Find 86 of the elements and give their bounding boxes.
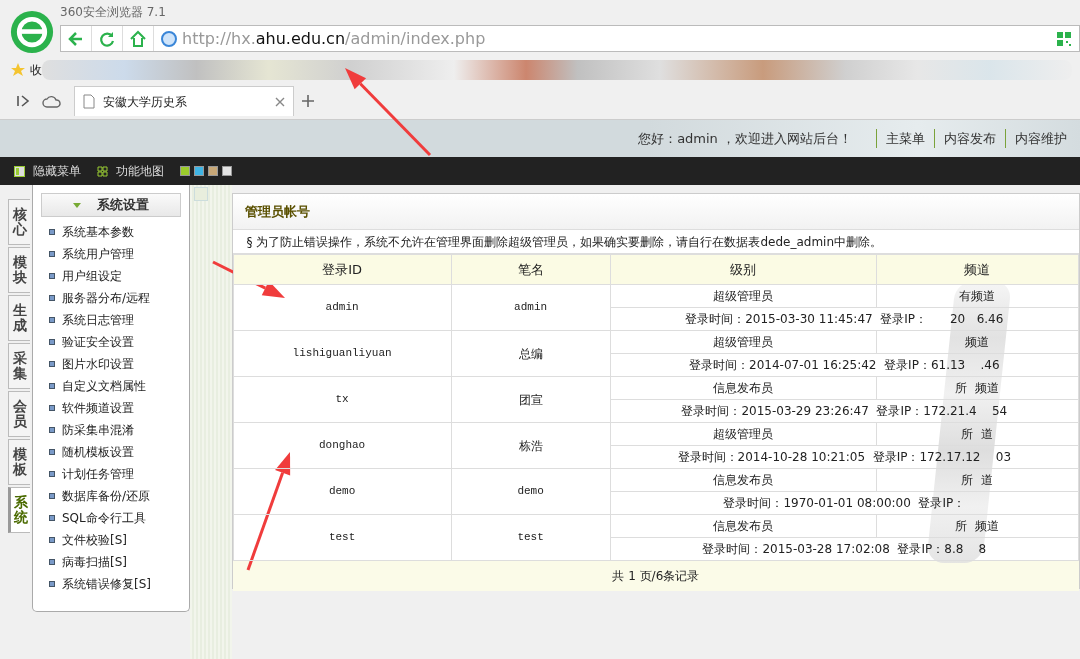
table-cell: 所 频道	[876, 376, 1079, 400]
table-cell: 登录时间：2015-03-30 11:45:47 登录IP： 20 6.46	[610, 307, 1079, 331]
table-cell: lishiguanliyuan	[233, 330, 452, 377]
menu-item[interactable]: SQL命令行工具	[40, 507, 181, 529]
table-cell: 登录时间：1970-01-01 08:00:00 登录IP：	[610, 491, 1079, 515]
side-tab[interactable]: 模块	[8, 247, 30, 293]
nav-link[interactable]: 主菜单	[876, 128, 934, 149]
side-tab[interactable]: 会员	[8, 391, 30, 437]
menu-item[interactable]: 文件校验[S]	[40, 529, 181, 551]
table-cell: 超级管理员	[610, 422, 877, 446]
menu-item[interactable]: 计划任务管理	[40, 463, 181, 485]
home-icon[interactable]	[128, 28, 148, 49]
menu-item[interactable]: 防采集串混淆	[40, 419, 181, 441]
column-header: 级别	[610, 254, 877, 285]
caret-icon	[72, 202, 81, 208]
table-cell: test	[451, 514, 611, 561]
browser-logo	[10, 8, 54, 56]
table-cell: 登录时间：2015-03-28 17:02:08 登录IP：8.8 8	[610, 537, 1079, 561]
menu-item[interactable]: 验证安全设置	[40, 331, 181, 353]
window-title: 360安全浏览器 7.1	[60, 4, 167, 21]
side-tab[interactable]: 生成	[8, 295, 30, 341]
toolbar-link[interactable]: 功能地图	[116, 162, 164, 180]
column-header: 频道	[876, 254, 1079, 285]
pagination-text: 共 1 页/6条记录	[232, 561, 1079, 591]
side-tab[interactable]: 核心	[8, 199, 30, 245]
table-cell: 总编	[451, 330, 611, 377]
side-tab[interactable]: 模板	[8, 439, 30, 485]
side-tab[interactable]: 采集	[8, 343, 30, 389]
close-icon[interactable]	[275, 96, 285, 107]
table-cell: 所 频道	[876, 514, 1079, 538]
table-cell: 有频道	[876, 284, 1079, 308]
theme-swatch[interactable]	[208, 166, 218, 176]
theme-swatch[interactable]	[222, 166, 232, 176]
column-header: 笔名	[451, 254, 611, 285]
cloud-icon[interactable]	[42, 94, 62, 108]
menu-item[interactable]: 自定义文档属性	[40, 375, 181, 397]
table-cell: 所 道	[876, 422, 1079, 446]
toolbar-link[interactable]: 隐藏菜单	[33, 162, 81, 180]
star-icon[interactable]	[10, 62, 26, 78]
table-cell: 超级管理员	[610, 330, 877, 354]
menu-item[interactable]: 数据库备份/还原	[40, 485, 181, 507]
menu-item[interactable]: 系统错误修复[S]	[40, 573, 181, 595]
address-bar[interactable]: http://hx.ahu.edu.cn/admin/index.php	[60, 25, 1080, 52]
menu-item[interactable]: 系统用户管理	[40, 243, 181, 265]
table-cell: 超级管理员	[610, 284, 877, 308]
theme-swatch[interactable]	[194, 166, 204, 176]
menu-item[interactable]: 服务器分布/远程	[40, 287, 181, 309]
menu-section-header[interactable]: 系统设置	[40, 193, 181, 217]
nav-link[interactable]: 内容维护	[1005, 128, 1076, 149]
table-cell: demo	[451, 468, 611, 515]
greeting-text: 您好：admin ，欢迎进入网站后台！	[638, 129, 852, 148]
side-tab[interactable]: 系统	[8, 487, 30, 533]
page-icon	[83, 94, 95, 109]
menu-item[interactable]: 软件频道设置	[40, 397, 181, 419]
panel-icon[interactable]	[14, 165, 25, 177]
table-cell: 信息发布员	[610, 376, 877, 400]
bookmarks-label[interactable]: 收	[30, 61, 42, 79]
table-cell: 信息发布员	[610, 514, 877, 538]
plus-icon[interactable]	[302, 95, 314, 107]
table-cell: test	[233, 514, 452, 561]
menu-item[interactable]: 图片水印设置	[40, 353, 181, 375]
menu-item[interactable]: 病毒扫描[S]	[40, 551, 181, 573]
browser-tab[interactable]: 安徽大学历史系	[74, 86, 294, 116]
table-cell: tx	[233, 376, 452, 423]
table-cell: 登录时间：2014-07-01 16:25:42 登录IP：61.13 .46	[610, 353, 1079, 377]
menu-item[interactable]: 系统日志管理	[40, 309, 181, 331]
table-cell: 频道	[876, 330, 1079, 354]
menu-item[interactable]: 用户组设定	[40, 265, 181, 287]
table-cell: 登录时间：2014-10-28 10:21:05 登录IP：172.17.12 03	[610, 445, 1079, 469]
column-header: 登录ID	[233, 254, 452, 285]
theme-swatch[interactable]	[180, 166, 190, 176]
nav-link[interactable]: 内容发布	[934, 128, 1005, 149]
table-cell: 栋浩	[451, 422, 611, 469]
table-cell: 信息发布员	[610, 468, 877, 492]
url-text[interactable]: http://hx.ahu.edu.cn/admin/index.php	[178, 26, 486, 51]
sidebar-toggle-icon[interactable]	[16, 94, 30, 108]
qr-code-icon[interactable]	[1057, 31, 1071, 46]
table-cell: 登录时间：2015-03-29 23:26:47 登录IP：172.21.4 54	[610, 399, 1079, 423]
table-cell: 所 道	[876, 468, 1079, 492]
grid-icon[interactable]	[97, 165, 108, 177]
menu-item[interactable]: 系统基本参数	[40, 221, 181, 243]
table-cell: 团宣	[451, 376, 611, 423]
tab-title: 安徽大学历史系	[103, 93, 188, 111]
menu-item[interactable]: 随机模板设置	[40, 441, 181, 463]
table-cell: admin	[451, 284, 611, 331]
globe-icon	[160, 29, 178, 48]
